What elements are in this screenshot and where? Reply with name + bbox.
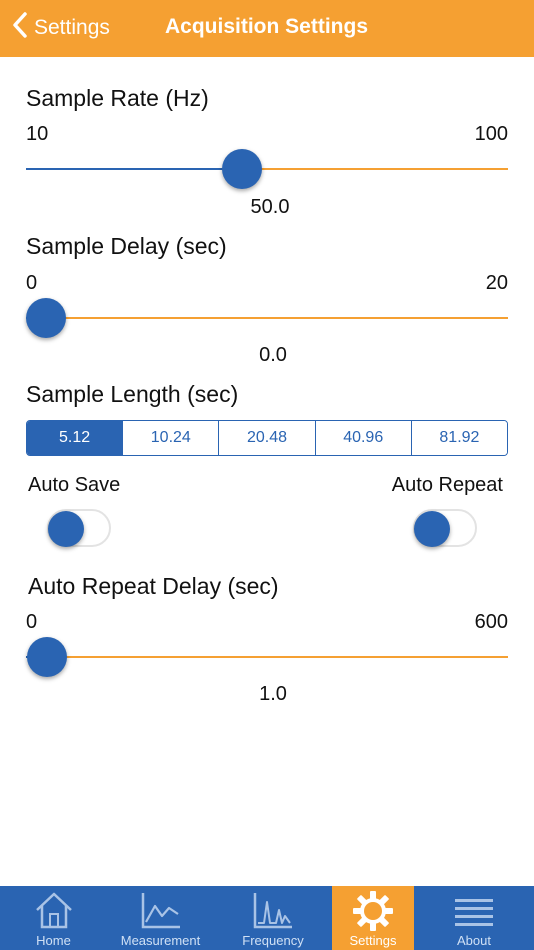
slider-fill (26, 168, 243, 170)
slider-thumb[interactable] (26, 298, 66, 338)
spectrum-chart-icon (252, 890, 294, 933)
sample-length-option-40-96[interactable]: 40.96 (314, 421, 411, 455)
navigation-bar: Settings Acquisition Settings (0, 0, 534, 57)
sample-delay-label: Sample Delay (sec) (26, 233, 227, 259)
sample-length-label: Sample Length (sec) (26, 381, 239, 407)
home-icon (33, 890, 75, 933)
sample-length-option-20-48[interactable]: 20.48 (218, 421, 315, 455)
toggle-knob (48, 511, 84, 547)
sample-delay-min: 0 (26, 272, 38, 294)
gear-icon (352, 890, 394, 935)
tab-measurement-label: Measurement (120, 933, 201, 948)
tab-frequency-label: Frequency (242, 933, 304, 948)
slider-track (26, 317, 508, 319)
sample-rate-max: 100 (474, 123, 508, 145)
tab-bar: Home Measurement Frequency Settings Abou… (0, 886, 534, 950)
sample-rate-slider[interactable] (26, 148, 508, 192)
sample-length-option-10-24[interactable]: 10.24 (122, 421, 219, 455)
tab-settings[interactable]: Settings (332, 886, 414, 950)
auto-repeat-toggle[interactable] (413, 509, 477, 547)
line-chart-icon (140, 890, 182, 933)
slider-thumb[interactable] (222, 149, 263, 189)
tab-home-label: Home (36, 933, 71, 948)
auto-repeat-delay-max: 600 (474, 611, 508, 633)
slider-track (26, 656, 508, 658)
tab-settings-label: Settings (349, 933, 397, 948)
sample-length-option-5-12[interactable]: 5.12 (27, 421, 123, 455)
auto-repeat-delay-min: 0 (26, 611, 38, 633)
auto-repeat-delay-label: Auto Repeat Delay (sec) (28, 573, 279, 599)
sample-length-segmented-control: 5.12 10.24 20.48 40.96 81.92 (26, 420, 508, 456)
sample-length-option-81-92[interactable]: 81.92 (410, 421, 507, 455)
list-icon (453, 890, 495, 933)
tab-measurement[interactable]: Measurement (107, 886, 214, 950)
sample-rate-label: Sample Rate (Hz) (26, 85, 209, 111)
back-button[interactable]: Settings (12, 10, 110, 46)
auto-repeat-delay-slider[interactable] (26, 636, 508, 680)
tab-home[interactable]: Home (0, 886, 107, 950)
chevron-left-icon (12, 12, 34, 44)
auto-save-label: Auto Save (28, 474, 121, 496)
sample-rate-min: 10 (26, 123, 49, 145)
auto-save-toggle[interactable] (47, 509, 111, 547)
tab-about[interactable]: About (414, 886, 534, 950)
tab-frequency[interactable]: Frequency (214, 886, 332, 950)
auto-repeat-delay-value: 1.0 (259, 683, 287, 705)
auto-repeat-label: Auto Repeat (391, 474, 503, 496)
back-button-label: Settings (34, 16, 110, 39)
toggle-knob (414, 511, 450, 547)
sample-delay-slider[interactable] (26, 297, 508, 341)
page-title: Acquisition Settings (165, 15, 369, 38)
sample-delay-max: 20 (485, 272, 508, 294)
tab-about-label: About (457, 933, 491, 948)
slider-thumb[interactable] (26, 637, 67, 677)
sample-rate-value: 50.0 (250, 196, 290, 218)
sample-delay-value: 0.0 (259, 344, 287, 366)
